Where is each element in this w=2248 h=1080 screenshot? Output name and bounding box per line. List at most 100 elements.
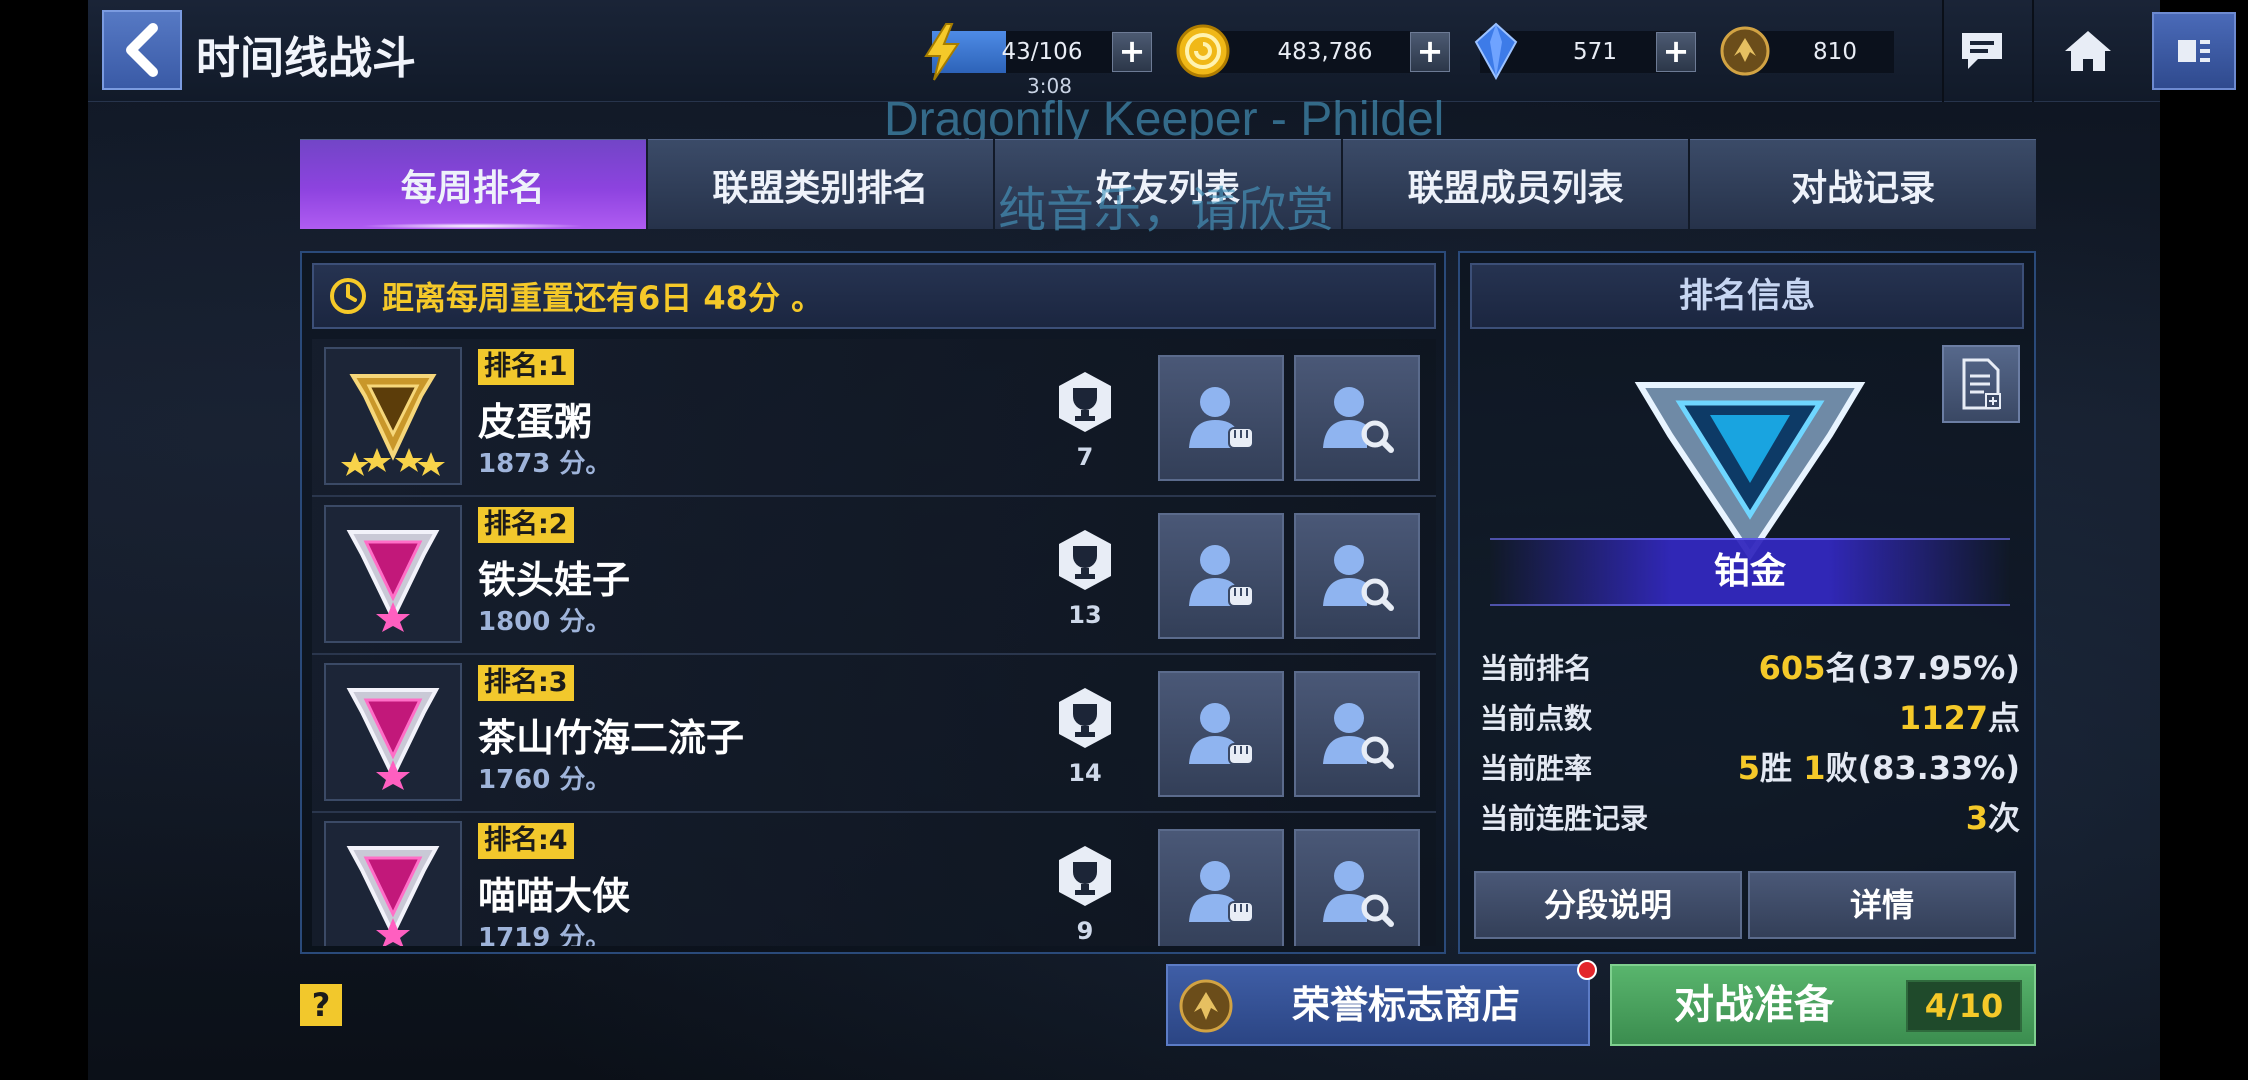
pink-emblem-icon bbox=[346, 846, 440, 946]
stat-value: 3次 bbox=[1965, 799, 2020, 837]
gold-emblem-icon bbox=[341, 374, 445, 476]
overlay-song-subtitle: 纯音乐，请欣赏 bbox=[998, 184, 1335, 237]
battle-attempts-count: 4/10 bbox=[1906, 980, 2022, 1032]
document-icon bbox=[1962, 358, 2001, 410]
gold-plus-button[interactable]: + bbox=[1410, 32, 1450, 72]
user-search-icon bbox=[1323, 545, 1394, 611]
user-fist-icon bbox=[1189, 545, 1254, 607]
help-button[interactable]: ? bbox=[300, 984, 342, 1026]
pink-tier-emblem bbox=[324, 821, 462, 946]
challenge-player-button[interactable] bbox=[1158, 355, 1284, 481]
weekly-reset-countdown: 距离每周重置还有6日 48分 。 bbox=[382, 279, 824, 317]
back-button[interactable] bbox=[102, 10, 182, 90]
user-fist-icon bbox=[1189, 861, 1254, 923]
stat-label: 当前胜率 bbox=[1480, 752, 1593, 785]
ranking-row: 排名:3 茶山竹海二流子 1760 分。 14 bbox=[312, 655, 1436, 813]
rank-info-header: 排名信息 bbox=[1470, 263, 2024, 329]
energy-value: 43/106 bbox=[1001, 39, 1083, 65]
trophy-icon bbox=[1054, 527, 1116, 593]
pink-tier-emblem bbox=[324, 663, 462, 801]
challenge-player-button[interactable] bbox=[1158, 513, 1284, 639]
honor-value: 810 bbox=[1813, 39, 1857, 65]
player-name: 皮蛋粥 bbox=[478, 400, 593, 444]
crystal-value: 571 bbox=[1573, 39, 1617, 65]
menu-icon bbox=[2178, 40, 2210, 62]
home-icon bbox=[2065, 31, 2111, 71]
letterbox-right bbox=[2160, 0, 2248, 1080]
ranking-panel: 距离每周重置还有6日 48分 。 排名:1 皮蛋粥 1873 分。 7 排名:2… bbox=[300, 251, 1446, 954]
player-score: 1800 分。 bbox=[478, 607, 612, 637]
gold-value: 483,786 bbox=[1277, 39, 1373, 65]
rank-info-panel: 排名信息 铂金 当前排名 605名(37.95%) 当前点数 1127点 当前胜… bbox=[1458, 251, 2036, 954]
view-player-button[interactable] bbox=[1294, 355, 1420, 481]
pink-emblem-icon bbox=[346, 688, 440, 790]
stat-current-rank: 当前排名 605名(37.95%) bbox=[1480, 641, 2020, 689]
lightning-icon bbox=[924, 23, 960, 81]
stat-win-rate: 当前胜率 5胜 1败(83.33%) bbox=[1480, 741, 2020, 789]
stat-label: 当前排名 bbox=[1480, 652, 1593, 685]
crystal-icon bbox=[1474, 22, 1518, 80]
gold-tier-emblem bbox=[324, 347, 462, 485]
player-name: 喵喵大侠 bbox=[478, 874, 631, 918]
honor-badge-icon bbox=[1720, 26, 1770, 76]
user-search-icon bbox=[1323, 703, 1394, 769]
honor-badge-icon bbox=[1179, 979, 1233, 1033]
trophy-count: 7 bbox=[1076, 443, 1094, 471]
challenge-player-button[interactable] bbox=[1158, 671, 1284, 797]
tab-battle-record[interactable]: 对战记录 bbox=[1690, 139, 2036, 229]
pink-emblem-icon bbox=[346, 530, 440, 632]
trophy-icon bbox=[1054, 369, 1116, 435]
battle-prepare-button[interactable]: 对战准备 4/10 bbox=[1610, 964, 2036, 1046]
stat-value: 1127点 bbox=[1898, 699, 2020, 737]
weekly-reset-bar: 距离每周重置还有6日 48分 。 bbox=[312, 263, 1436, 329]
stat-value: 5胜 1败(83.33%) bbox=[1737, 749, 2020, 787]
stat-label: 当前点数 bbox=[1480, 702, 1593, 735]
page-title: 时间线战斗 bbox=[196, 33, 416, 84]
player-score: 1760 分。 bbox=[478, 765, 612, 795]
rank-badge: 排名:2 bbox=[478, 507, 574, 543]
topbar-separator bbox=[2032, 0, 2034, 102]
trophy-icon bbox=[1054, 685, 1116, 751]
home-button[interactable] bbox=[2050, 12, 2126, 90]
player-score: 1719 分。 bbox=[478, 923, 612, 946]
stat-win-streak: 当前连胜记录 3次 bbox=[1480, 791, 2020, 839]
battle-prepare-label: 对战准备 bbox=[1674, 982, 1834, 1028]
tab-weekly-ranking[interactable]: 每周排名 bbox=[300, 139, 646, 229]
challenge-player-button[interactable] bbox=[1158, 829, 1284, 946]
view-player-button[interactable] bbox=[1294, 671, 1420, 797]
chevron-left-icon bbox=[126, 23, 158, 77]
player-name: 茶山竹海二流子 bbox=[478, 716, 745, 760]
chat-button[interactable] bbox=[1944, 12, 2020, 90]
trophy-icon bbox=[1054, 843, 1116, 909]
menu-button[interactable] bbox=[2152, 12, 2236, 90]
notification-dot bbox=[1577, 960, 1597, 980]
pink-tier-emblem bbox=[324, 505, 462, 643]
user-search-icon bbox=[1323, 861, 1394, 927]
clock-icon bbox=[330, 278, 366, 314]
tab-alliance-member-list[interactable]: 联盟成员列表 bbox=[1342, 139, 1689, 229]
rank-badge: 排名:1 bbox=[478, 349, 574, 385]
tier-name: 铂金 bbox=[1490, 538, 2010, 606]
letterbox-left bbox=[0, 0, 88, 1080]
gold-coin-icon bbox=[1176, 24, 1230, 78]
ranking-row: 排名:2 铁头娃子 1800 分。 13 bbox=[312, 497, 1436, 655]
view-player-button[interactable] bbox=[1294, 513, 1420, 639]
user-fist-icon bbox=[1189, 387, 1254, 449]
trophy-count: 14 bbox=[1068, 759, 1102, 787]
honor-shop-button[interactable]: 荣誉标志商店 bbox=[1166, 964, 1590, 1046]
rank-badge: 排名:3 bbox=[478, 665, 574, 701]
energy-plus-button[interactable]: + bbox=[1112, 32, 1152, 72]
trophy-count: 9 bbox=[1076, 917, 1094, 945]
view-player-button[interactable] bbox=[1294, 829, 1420, 946]
ranking-list[interactable]: 排名:1 皮蛋粥 1873 分。 7 排名:2 铁头娃子 1800 分。 13 … bbox=[312, 339, 1436, 946]
rank-badge: 排名:4 bbox=[478, 823, 574, 859]
stat-current-points: 当前点数 1127点 bbox=[1480, 691, 2020, 739]
player-name: 铁头娃子 bbox=[478, 558, 631, 602]
ranking-row: 排名:1 皮蛋粥 1873 分。 7 bbox=[312, 339, 1436, 497]
tab-alliance-category-ranking[interactable]: 联盟类别排名 bbox=[647, 139, 994, 229]
trophy-count: 13 bbox=[1068, 601, 1102, 629]
details-button[interactable]: 详情 bbox=[1748, 871, 2016, 939]
crystal-plus-button[interactable]: + bbox=[1656, 32, 1696, 72]
segment-info-button[interactable]: 分段说明 bbox=[1474, 871, 1742, 939]
rank-notes-button[interactable] bbox=[1942, 345, 2020, 423]
